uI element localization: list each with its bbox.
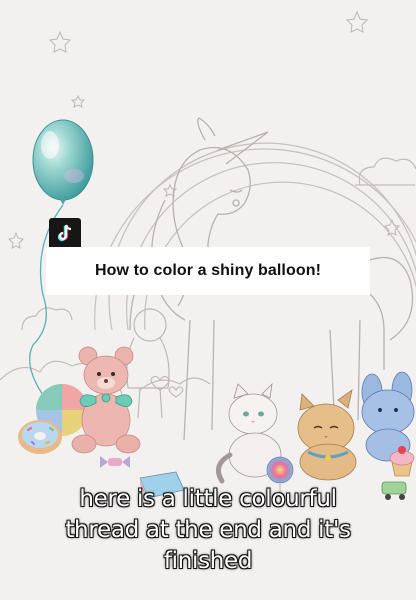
subtitle-line-1: here is a little colourful xyxy=(79,486,337,512)
orange-kitten xyxy=(297,389,357,481)
caption-text: How to color a shiny balloon! xyxy=(94,262,322,279)
caption-banner: How to color a shiny balloon! xyxy=(46,247,370,295)
candy xyxy=(100,456,130,468)
donut xyxy=(18,420,62,454)
tiktok-logo-icon xyxy=(49,218,81,250)
girl-outline xyxy=(126,308,170,419)
subtitle-line-3: finished xyxy=(163,548,253,574)
subtitle-line-2: thread at the end and it's xyxy=(65,517,351,543)
subtitle: here is a little colourful thread at the… xyxy=(18,484,398,577)
rainbow xyxy=(93,142,416,331)
teddy-bear xyxy=(71,346,141,454)
blue-bunny xyxy=(361,371,415,462)
hearts xyxy=(150,375,184,398)
